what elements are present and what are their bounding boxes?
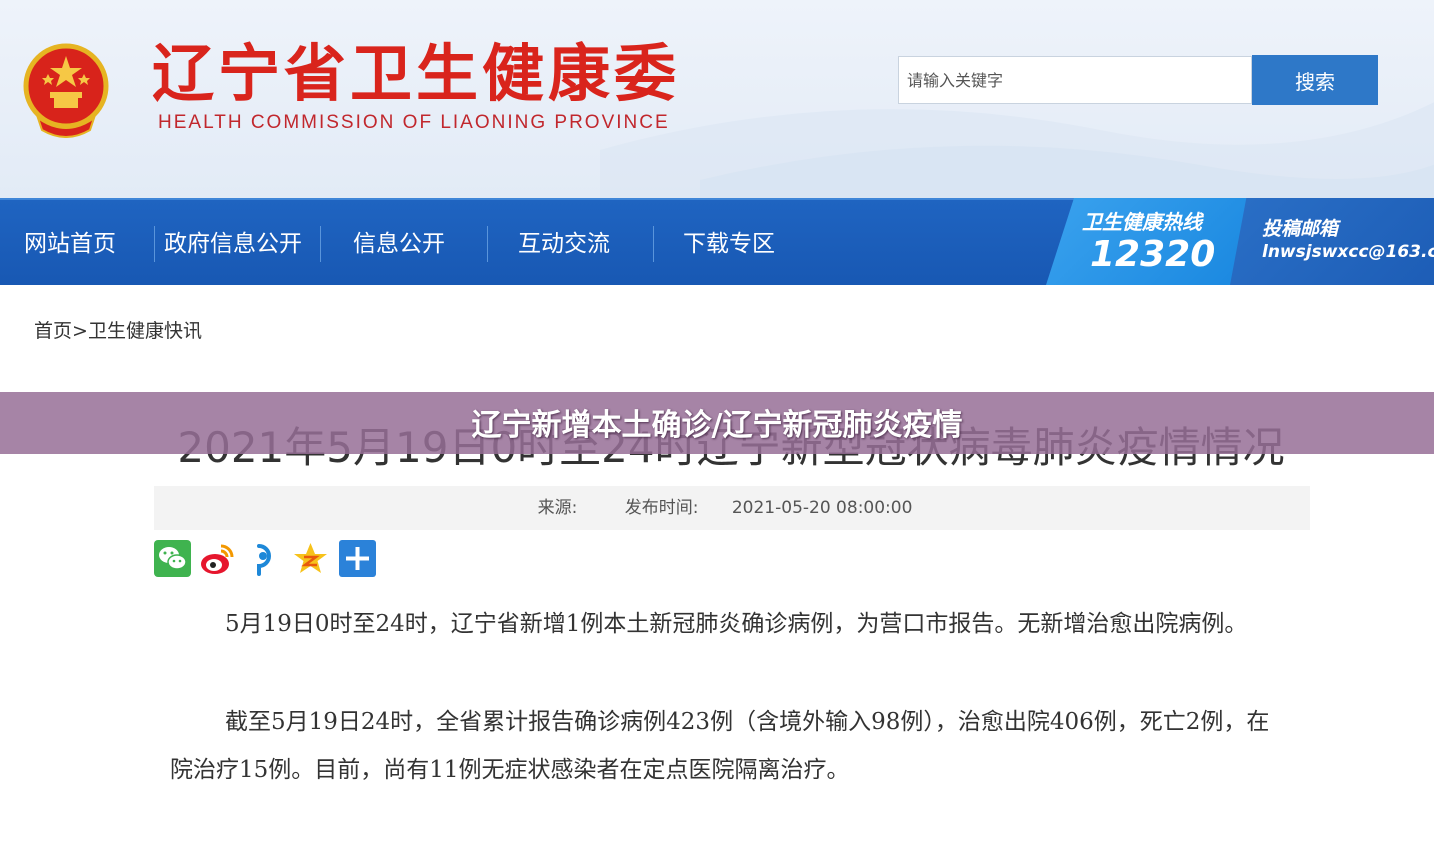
breadcrumb-separator: > bbox=[72, 320, 88, 342]
nav-item-downloads[interactable]: 下载专区 bbox=[683, 226, 775, 262]
breadcrumb: 首页>卫生健康快讯 bbox=[34, 316, 202, 343]
mailbox-email: lnwsjswxcc@163.com bbox=[1262, 242, 1434, 262]
date-value: 2021-05-20 08:00:00 bbox=[731, 498, 913, 518]
mailbox-label: 投稿邮箱 bbox=[1262, 218, 1339, 240]
search-input[interactable] bbox=[898, 56, 1252, 104]
article-meta: 来源: 发布时间: 2021-05-20 08:00:00 bbox=[154, 486, 1310, 530]
article-paragraph: 截至5月19日24时，全省累计报告确诊病例423例（含境外输入98例），治愈出院… bbox=[170, 709, 1270, 783]
wechat-icon[interactable] bbox=[154, 540, 191, 577]
qzone-icon[interactable] bbox=[292, 540, 329, 577]
weibo-icon[interactable] bbox=[199, 540, 236, 577]
breadcrumb-home-link[interactable]: 首页 bbox=[34, 320, 72, 342]
source-label: 来源: bbox=[537, 498, 578, 518]
site-title: 辽宁省卫生健康委 bbox=[152, 37, 681, 110]
overlay-text: 辽宁新增本土确诊/辽宁新冠肺炎疫情 bbox=[471, 408, 963, 443]
nav-separator bbox=[487, 226, 488, 262]
search-button[interactable]: 搜索 bbox=[1252, 55, 1378, 105]
national-emblem-icon bbox=[23, 43, 109, 138]
breadcrumb-current-link[interactable]: 卫生健康快讯 bbox=[88, 320, 202, 342]
nav-separator bbox=[320, 226, 321, 262]
site-subtitle: HEALTH COMMISSION OF LIAONING PROVINCE bbox=[158, 112, 670, 133]
pengyou-icon[interactable] bbox=[245, 540, 282, 577]
hotline-label: 卫生健康热线 bbox=[1082, 210, 1202, 234]
nav-item-info-public[interactable]: 信息公开 bbox=[353, 226, 445, 262]
nav-separator bbox=[154, 226, 155, 262]
nav-item-gov-info[interactable]: 政府信息公开 bbox=[164, 226, 302, 262]
article-paragraph: 5月19日0时至24时，辽宁省新增1例本土新冠肺炎确诊病例，为营口市报告。无新增… bbox=[225, 611, 1248, 637]
nav-separator bbox=[653, 226, 654, 262]
hotline-number: 12320 bbox=[1090, 234, 1216, 275]
nav-item-interaction[interactable]: 互动交流 bbox=[518, 226, 610, 262]
date-label: 发布时间: bbox=[624, 498, 699, 518]
more-share-icon[interactable] bbox=[339, 540, 376, 577]
nav-item-home[interactable]: 网站首页 bbox=[24, 226, 116, 262]
site-header: 辽宁省卫生健康委 HEALTH COMMISSION OF LIAONING P… bbox=[0, 0, 1434, 198]
